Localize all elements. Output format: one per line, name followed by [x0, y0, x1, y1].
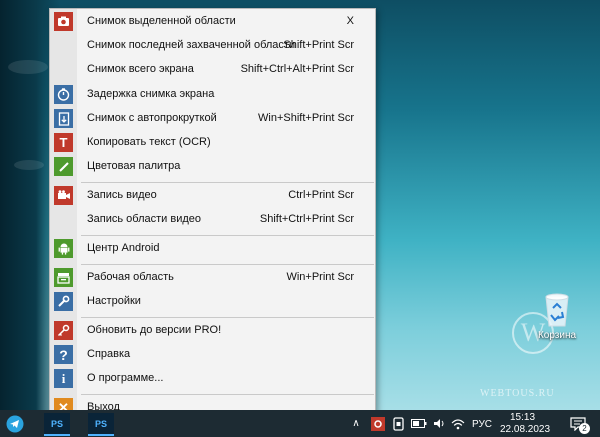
app-taskbar-icon[interactable]: PS: [44, 413, 70, 436]
clock-time[interactable]: 15:13: [510, 412, 535, 423]
wallpaper-glint: [8, 60, 48, 74]
menu-item-label: Центр Android: [87, 242, 160, 254]
menu-item-label: Снимок выделенной области: [87, 15, 236, 27]
menu-item-settings[interactable]: Настройки: [50, 290, 375, 314]
menu-item-label: Запись области видео: [87, 213, 201, 225]
menu-item-shortcut: Win+Shift+Print Scr: [258, 112, 354, 124]
language-indicator[interactable]: РУС: [472, 419, 492, 430]
menu-separator: [81, 317, 374, 318]
menu-item-delayed-capture[interactable]: Задержка снимка экрана: [50, 83, 375, 107]
info-icon: i: [54, 369, 73, 388]
menu-item-label: Обновить до версии PRO!: [87, 324, 222, 336]
menu-item-help[interactable]: ? Справка: [50, 343, 375, 367]
menu-item-capture-fullscreen[interactable]: Снимок всего экрана Shift+Ctrl+Alt+Print…: [50, 58, 375, 82]
taskbar: PS PS ∧ РУС 15:13 22.08.2023 2: [0, 410, 600, 437]
menu-item-android-center[interactable]: Центр Android: [50, 237, 375, 261]
app-taskbar-icon[interactable]: PS: [88, 413, 114, 436]
menu-item-scroll-capture[interactable]: Снимок с автопрокруткой Win+Shift+Print …: [50, 107, 375, 131]
notifications-icon[interactable]: 2: [566, 413, 590, 434]
menu-item-label: Снимок всего экрана: [87, 63, 194, 75]
telegram-taskbar-icon[interactable]: [4, 413, 26, 434]
speaker-icon[interactable]: [432, 413, 446, 434]
menu-item-shortcut: Shift+Ctrl+Print Scr: [259, 213, 354, 225]
help-icon: ?: [54, 345, 73, 364]
menu-item-label: Задержка снимка экрана: [87, 88, 215, 100]
menu-item-capture-region[interactable]: Снимок выделенной области X: [50, 10, 375, 34]
timer-icon: [54, 85, 73, 104]
menu-item-workspace[interactable]: Рабочая область Win+Print Scr: [50, 266, 375, 290]
recycle-bin-icon: [542, 293, 572, 327]
menu-separator: [81, 182, 374, 183]
screenshot-app-tray-icon[interactable]: [370, 413, 386, 434]
camera-icon: [54, 12, 73, 31]
menu-item-upgrade-pro[interactable]: Обновить до версии PRO!: [50, 319, 375, 343]
menu-separator: [81, 394, 374, 395]
menu-item-label: Снимок последней захваченной области: [87, 39, 296, 51]
recycle-bin-label: Корзина: [537, 330, 577, 341]
android-icon: [54, 239, 73, 258]
menu-item-shortcut: Shift+Print Scr: [283, 39, 354, 51]
app-taskbar-label: PS: [94, 418, 107, 429]
menu-item-label: Запись видео: [87, 189, 157, 201]
menu-item-label: Справка: [87, 348, 131, 360]
menu-separator: [81, 235, 374, 236]
wifi-icon[interactable]: [450, 413, 466, 434]
menu-item-about[interactable]: i О программе...: [50, 367, 375, 391]
menu-item-color-palette[interactable]: Цветовая палитра: [50, 155, 375, 179]
workspace-icon: [54, 268, 73, 287]
menu-item-label: Снимок с автопрокруткой: [87, 112, 217, 124]
app-taskbar-label: PS: [50, 418, 63, 429]
menu-item-label: Копировать текст (OCR): [87, 136, 211, 148]
watermark-text: WEBTOUS.RU: [480, 388, 555, 399]
menu-separator: [81, 264, 374, 265]
wallpaper-glint: [14, 160, 44, 170]
scroll-capture-icon: [54, 109, 73, 128]
desktop-icon-recycle-bin[interactable]: Корзина: [527, 293, 587, 341]
menu-item-ocr[interactable]: T Копировать текст (OCR): [50, 131, 375, 155]
menu-item-label: Рабочая область: [87, 271, 174, 283]
menu-item-shortcut: Win+Print Scr: [286, 271, 354, 283]
menu-item-shortcut: Shift+Ctrl+Alt+Print Scr: [240, 63, 354, 75]
battery-icon[interactable]: [410, 413, 428, 434]
eyedropper-icon: [54, 157, 73, 176]
menu-item-record-video[interactable]: Запись видео Ctrl+Print Scr: [50, 184, 375, 208]
menu-item-shortcut: X: [346, 15, 354, 27]
menu-item-label: Цветовая палитра: [87, 160, 181, 172]
text-icon: T: [54, 133, 73, 152]
notification-badge: 2: [579, 423, 590, 434]
menu-item-record-video-region[interactable]: Запись области видео Shift+Ctrl+Print Sc…: [50, 208, 375, 232]
tray-overflow-chevron-icon[interactable]: ∧: [350, 413, 362, 434]
video-camera-icon: [54, 186, 73, 205]
clock-date[interactable]: 22.08.2023: [500, 424, 550, 435]
key-icon: [54, 321, 73, 340]
device-tray-icon[interactable]: [391, 413, 405, 434]
menu-item-capture-last-region[interactable]: Снимок последней захваченной области Shi…: [50, 34, 375, 58]
context-menu: Снимок выделенной области X Снимок после…: [49, 8, 376, 422]
menu-item-label: Настройки: [87, 295, 141, 307]
wrench-icon: [54, 292, 73, 311]
menu-item-label: О программе...: [87, 372, 164, 384]
menu-item-shortcut: Ctrl+Print Scr: [288, 189, 354, 201]
